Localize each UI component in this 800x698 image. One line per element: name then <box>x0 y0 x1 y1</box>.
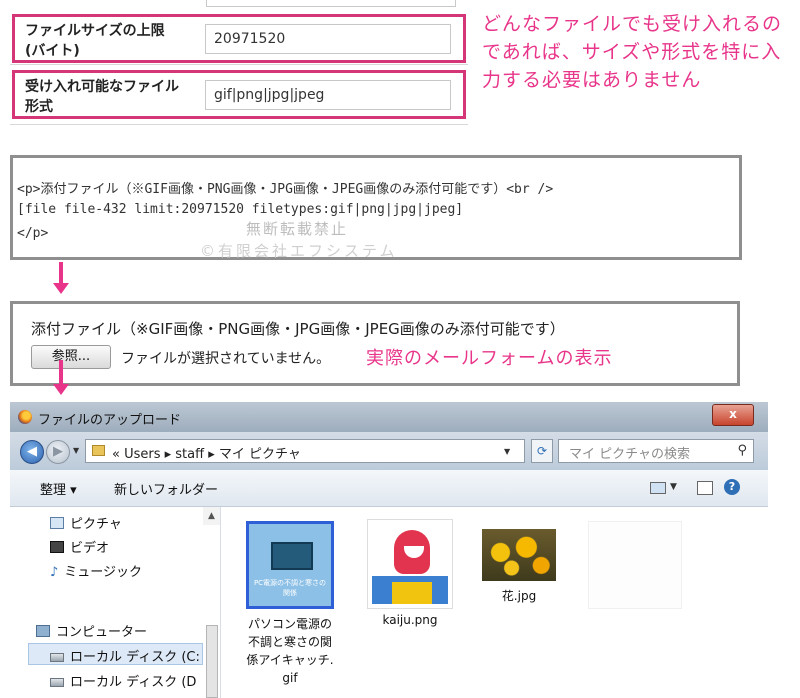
nav-item-disk-d[interactable]: ローカル ディスク (D <box>50 671 196 690</box>
music-icon: ♪ <box>50 565 59 580</box>
filetypes-input[interactable]: gif|png|jpg|jpeg <box>205 80 451 110</box>
nav-item-label: ビデオ <box>70 541 110 556</box>
filetypes-setting: 受け入れ可能なファイル形式 gif|png|jpg|jpeg <box>12 70 466 119</box>
row-divider <box>10 124 468 125</box>
file-name-gif[interactable]: パソコン電源の 不調と寒さの関 係アイキャッチ. gif <box>236 615 344 687</box>
dialog-titlebar[interactable]: ファイルのアップロード x <box>10 402 768 432</box>
nav-item-label: ローカル ディスク (D <box>70 675 197 690</box>
dialog-content: ▲ ピクチャ ビデオ ♪ ミュージック コンピューター ローカル ディスク (C:… <box>10 507 768 698</box>
dialog-title: ファイルのアップロード <box>38 413 182 428</box>
watermark: 無断転載禁止 <box>246 220 349 238</box>
file-name-line: gif <box>282 671 298 685</box>
organize-menu[interactable]: 整理 ▾ <box>40 479 77 498</box>
nav-item-videos[interactable]: ビデオ <box>50 537 109 556</box>
down-arrow-shaft-2 <box>59 360 63 386</box>
file-thumbnail[interactable] <box>482 529 556 581</box>
file-thumbnail[interactable] <box>367 519 453 609</box>
scrollbar-thumb[interactable] <box>206 625 218 698</box>
filetypes-label: 受け入れ可能なファイル形式 <box>25 79 179 115</box>
disk-icon <box>50 678 64 687</box>
browse-button[interactable]: 参照... <box>31 345 111 369</box>
folder-icon <box>92 445 105 456</box>
down-arrow-shaft <box>59 262 63 284</box>
search-placeholder: マイ ピクチャの検索 <box>569 447 691 462</box>
forward-button[interactable]: ▶ <box>46 440 70 464</box>
empty-thumbnail-slot <box>588 521 682 609</box>
scroll-up-icon[interactable]: ▲ <box>203 507 220 525</box>
thumbnail-caption: PC電源の不調と寒さの関係 <box>253 579 327 597</box>
preview-caption: 実際のメールフォームの表示 <box>366 348 613 369</box>
code-line-3: </p> <box>17 226 49 241</box>
search-icon[interactable]: ⚲ <box>737 443 747 458</box>
forward-arrow-icon: ▶ <box>53 444 63 459</box>
file-thumbnail-selected[interactable]: PC電源の不調と寒さの関係 <box>246 521 334 609</box>
breadcrumb-path: « Users ▸ staff ▸ マイ ピクチャ <box>112 447 301 462</box>
file-name-line: 不調と寒さの関 <box>247 635 332 649</box>
close-button[interactable]: x <box>712 404 754 426</box>
down-arrow-icon <box>53 283 69 294</box>
settings-note: どんなファイルでも受け入れるのであれば、サイズや形式を特に入力する必要はありませ… <box>482 13 783 91</box>
search-input[interactable]: マイ ピクチャの検索 ⚲ <box>558 439 754 463</box>
nav-item-pictures[interactable]: ピクチャ <box>50 513 122 532</box>
navigation-pane: ▲ ピクチャ ビデオ ♪ ミュージック コンピューター ローカル ディスク (C:… <box>10 507 221 698</box>
max-filesize-input[interactable]: 20971520 <box>205 24 451 54</box>
monitor-icon <box>271 542 313 570</box>
view-icon[interactable] <box>650 482 666 494</box>
code-line-1: <p>添付ファイル（※GIF画像・PNG画像・JPG画像・JPEG画像のみ添付可… <box>17 182 554 197</box>
max-filesize-setting: ファイルサイズの上限 (バイト) 20971520 <box>12 14 466 63</box>
down-arrow-icon <box>53 384 69 395</box>
video-icon <box>50 541 64 553</box>
file-name-line: パソコン電源の <box>247 617 332 631</box>
pictures-icon <box>50 517 64 529</box>
previous-input-edge <box>206 0 456 7</box>
refresh-button[interactable]: ⟳ <box>531 439 553 463</box>
history-dropdown-icon[interactable]: ▼ <box>73 446 79 455</box>
nav-item-computer[interactable]: コンピューター <box>36 621 147 640</box>
back-button[interactable]: ◀ <box>20 440 44 464</box>
view-dropdown-icon[interactable]: ▼ <box>670 482 677 492</box>
max-filesize-label: ファイルサイズの上限 (バイト) <box>25 23 165 59</box>
nav-item-label: ピクチャ <box>70 517 122 532</box>
row-divider <box>10 64 468 65</box>
help-icon[interactable]: ? <box>724 479 740 495</box>
dialog-toolbar: 整理 ▾ 新しいフォルダー ▼ ? <box>10 470 768 507</box>
monster-illustration <box>394 530 430 574</box>
attachment-label: 添付ファイル（※GIF画像・PNG画像・JPG画像・JPEG画像のみ添付可能です… <box>31 320 565 338</box>
path-breadcrumb[interactable]: « Users ▸ staff ▸ マイ ピクチャ <box>85 439 525 463</box>
computer-icon <box>36 625 50 637</box>
disk-icon <box>50 653 64 662</box>
no-file-selected-text: ファイルが選択されていません。 <box>121 351 331 367</box>
nav-item-label: コンピューター <box>56 625 148 640</box>
file-upload-dialog: ファイルのアップロード x ◀ ▶ ▼ « Users ▸ staff ▸ マイ… <box>10 402 768 698</box>
nav-item-label: ローカル ディスク (C: <box>70 650 200 665</box>
firefox-icon <box>18 410 32 424</box>
back-arrow-icon: ◀ <box>27 444 37 459</box>
file-name-line: 係アイキャッチ. <box>246 653 334 667</box>
nav-item-disk-c[interactable]: ローカル ディスク (C: <box>50 646 200 665</box>
nav-item-music[interactable]: ♪ ミュージック <box>50 561 142 580</box>
file-name-png[interactable]: kaiju.png <box>366 611 454 629</box>
preview-pane-icon[interactable] <box>697 481 713 495</box>
code-line-2: [file file-432 limit:20971520 filetypes:… <box>17 202 464 217</box>
nav-item-label: ミュージック <box>64 565 143 580</box>
path-dropdown-icon[interactable]: ▼ <box>504 447 510 456</box>
new-folder-button[interactable]: 新しいフォルダー <box>114 479 218 498</box>
address-bar: ◀ ▶ ▼ « Users ▸ staff ▸ マイ ピクチャ ▼ ⟳ マイ ピ… <box>10 432 768 470</box>
form-preview-box: 添付ファイル（※GIF画像・PNG画像・JPG画像・JPEG画像のみ添付可能です… <box>10 301 740 386</box>
file-name-jpg[interactable]: 花.jpg <box>478 587 560 605</box>
building-illustration <box>392 582 432 604</box>
watermark-copyright: ©有限会社エフシステム <box>200 242 398 260</box>
monster-mouth <box>404 546 424 558</box>
